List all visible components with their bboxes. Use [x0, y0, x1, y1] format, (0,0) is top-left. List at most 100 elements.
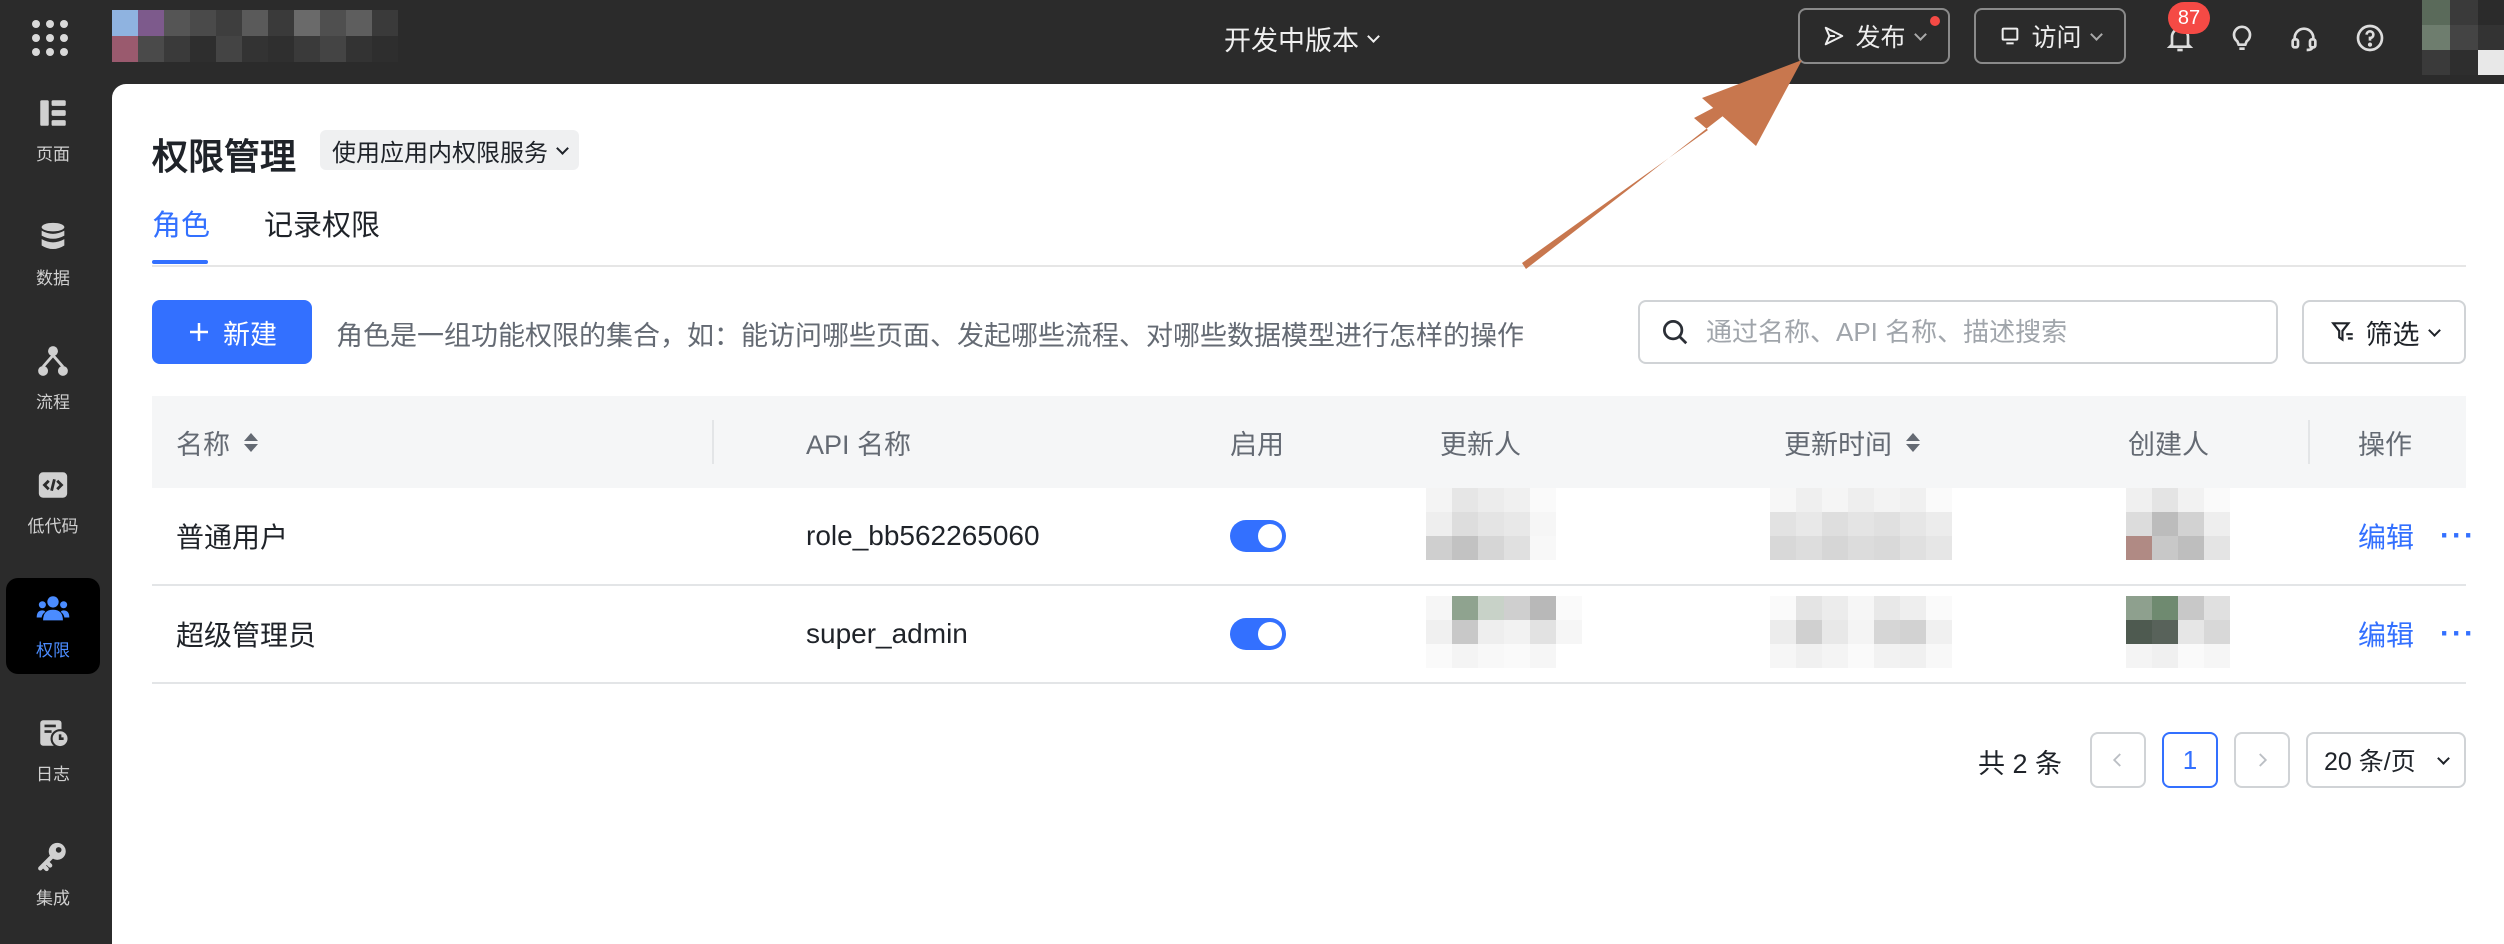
search-icon — [1663, 320, 1688, 345]
notification-badge: 87 — [2168, 2, 2210, 34]
chevron-down-icon — [2437, 751, 2450, 765]
updater-avatar — [1426, 596, 1582, 668]
column-updater: 更新人 — [1440, 429, 1521, 460]
people-icon — [36, 595, 70, 620]
publish-button[interactable]: 发布 — [1798, 8, 1950, 64]
chevron-down-icon — [1367, 29, 1380, 43]
sidebar: 页面 数据 流程 低代码 权限 日志 集成 — [0, 82, 112, 944]
next-page-button[interactable] — [2234, 732, 2290, 788]
service-dropdown-label: 使用应用内权限服务 — [332, 139, 548, 167]
chevron-down-icon — [2089, 27, 2103, 41]
lightbulb-icon[interactable] — [2222, 18, 2262, 58]
role-api-name: role_bb562265060 — [806, 520, 1040, 551]
code-icon — [38, 471, 68, 498]
unpublished-dot — [1930, 16, 1940, 26]
column-name[interactable]: 名称 — [176, 396, 258, 488]
roles-description: 角色是一组功能权限的集合，如：能访问哪些页面、发起哪些流程、对哪些数据模型进行怎… — [336, 321, 1524, 351]
enabled-toggle[interactable] — [1230, 618, 1286, 650]
sidebar-item-permissions[interactable]: 权限 — [6, 578, 100, 674]
column-enabled: 启用 — [1230, 429, 1284, 460]
column-update-time[interactable]: 更新时间 — [1784, 396, 1920, 488]
creator-avatar — [2126, 596, 2230, 668]
enabled-cell — [1230, 586, 1286, 682]
tab-record-permissions[interactable]: 记录权限 — [264, 202, 380, 244]
sort-icon[interactable] — [244, 432, 258, 452]
role-api-name: super_admin — [806, 618, 968, 649]
edit-link[interactable]: 编辑 — [2358, 586, 2414, 682]
version-selector[interactable]: 开发中版本 — [1224, 18, 1380, 58]
version-label: 开发中版本 — [1224, 25, 1359, 56]
update-time-value — [1770, 488, 1952, 560]
sidebar-item-data[interactable]: 数据 — [6, 206, 100, 302]
headset-icon[interactable] — [2284, 18, 2324, 58]
column-creator: 创建人 — [2128, 429, 2209, 460]
filter-icon — [2330, 322, 2353, 342]
search-box[interactable] — [1638, 300, 2278, 364]
column-separator — [2308, 420, 2310, 464]
send-icon — [1825, 26, 1844, 46]
chevron-down-icon — [2427, 323, 2441, 337]
help-icon[interactable] — [2350, 18, 2390, 58]
filter-label: 筛选 — [2365, 319, 2420, 350]
sidebar-item-label: 低代码 — [27, 516, 79, 536]
table-row[interactable]: 普通用户 role_bb562265060 编辑 ··· — [152, 488, 2474, 586]
filter-button[interactable]: 筛选 — [2302, 300, 2466, 364]
chevron-right-icon — [2259, 753, 2268, 767]
monitor-icon — [2002, 27, 2019, 45]
creator-avatar — [2126, 488, 2230, 560]
permission-service-dropdown[interactable]: 使用应用内权限服务 — [320, 130, 579, 170]
top-bar: 开发中版本 发布 访问 87 — [0, 0, 2504, 82]
page-title: 权限管理 — [152, 136, 297, 177]
active-tab-indicator — [152, 260, 208, 264]
chevron-down-icon — [1913, 27, 1927, 41]
update-time-value — [1770, 596, 1952, 668]
sidebar-item-label: 集成 — [36, 888, 70, 908]
new-button-label: 新建 — [223, 319, 277, 350]
search-input[interactable] — [1706, 316, 2266, 348]
app-grid-icon[interactable] — [30, 18, 70, 58]
page-size-select[interactable]: 20 条/页 — [2306, 732, 2466, 788]
key-icon — [38, 842, 66, 871]
table-row[interactable]: 超级管理员 super_admin 编辑 ··· — [152, 586, 2474, 684]
more-actions-icon[interactable]: ··· — [2440, 488, 2476, 584]
column-separator — [712, 420, 714, 464]
prev-page-button[interactable] — [2090, 732, 2146, 788]
sidebar-item-flow[interactable]: 流程 — [6, 330, 100, 426]
visit-button[interactable]: 访问 — [1974, 8, 2126, 64]
role-name: 普通用户 — [176, 522, 289, 553]
page-number-button[interactable]: 1 — [2162, 732, 2218, 788]
enabled-cell — [1230, 488, 1286, 584]
app-logo — [112, 10, 402, 62]
sidebar-item-label: 页面 — [36, 144, 70, 164]
table-header: 名称 API 名称 启用 更新人 更新时间 创建人 操作 — [152, 396, 2466, 488]
main-panel: 权限管理 使用应用内权限服务 角色 记录权限 新建 角色是一组功能权限的集合，如… — [112, 84, 2504, 944]
plus-icon — [190, 323, 208, 341]
chevron-left-icon — [2112, 753, 2121, 767]
column-header-label: 更新时间 — [1784, 429, 1892, 460]
column-api-name: API 名称 — [806, 429, 912, 460]
sidebar-item-lowcode[interactable]: 低代码 — [6, 454, 100, 550]
sidebar-item-logs[interactable]: 日志 — [6, 702, 100, 798]
sidebar-item-integration[interactable]: 集成 — [6, 826, 100, 922]
flow-icon — [38, 345, 68, 376]
sidebar-item-label: 日志 — [36, 764, 70, 784]
log-icon — [40, 719, 70, 748]
tab-roles[interactable]: 角色 — [152, 202, 210, 244]
visit-label: 访问 — [2031, 24, 2082, 52]
database-icon — [41, 222, 65, 249]
more-actions-icon[interactable]: ··· — [2440, 586, 2476, 682]
publish-label: 发布 — [1855, 24, 1906, 52]
sidebar-item-label: 流程 — [36, 392, 70, 412]
pagination-total: 共 2 条 — [1978, 749, 2063, 779]
sort-icon[interactable] — [1906, 432, 1920, 452]
page-size-label: 20 条/页 — [2324, 748, 2416, 776]
edit-link[interactable]: 编辑 — [2358, 488, 2414, 584]
sidebar-item-pages[interactable]: 页面 — [6, 82, 100, 178]
user-avatar[interactable] — [2422, 0, 2504, 75]
sidebar-item-label: 权限 — [36, 640, 70, 660]
tabs-divider — [152, 265, 2466, 267]
page-icon — [40, 99, 66, 126]
sidebar-item-label: 数据 — [36, 268, 70, 288]
enabled-toggle[interactable] — [1230, 520, 1286, 552]
new-role-button[interactable]: 新建 — [152, 300, 312, 364]
